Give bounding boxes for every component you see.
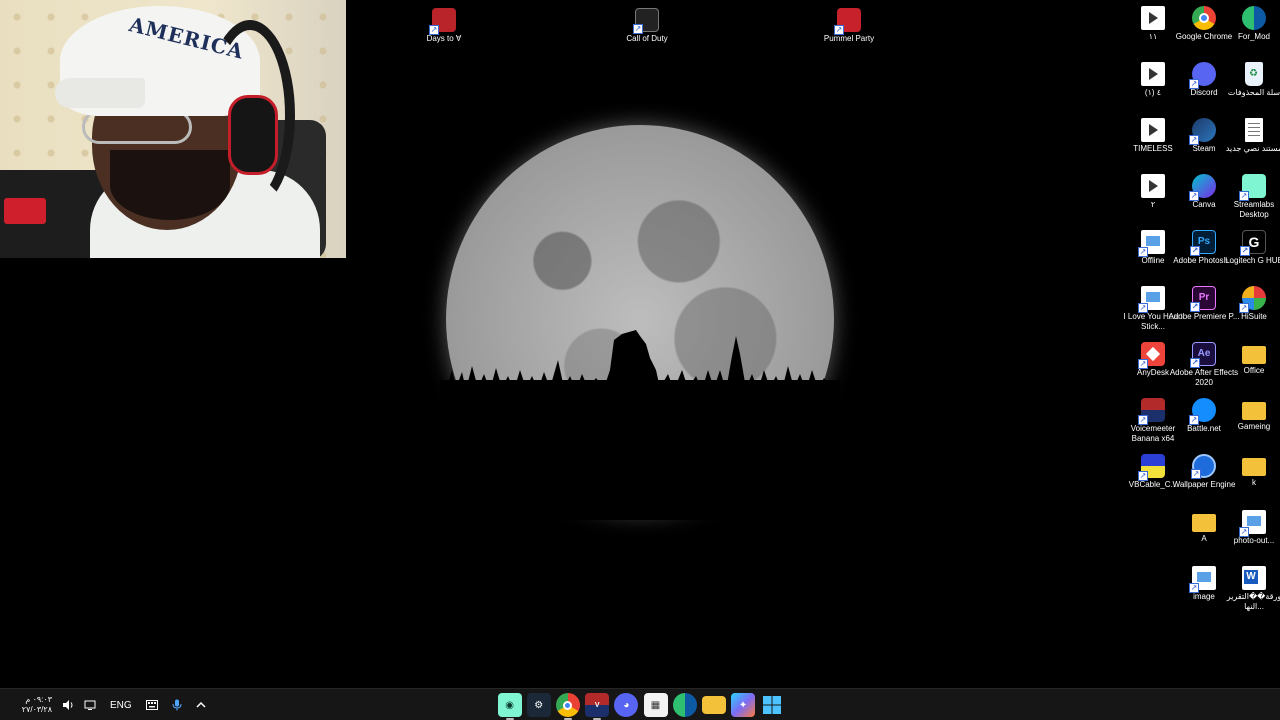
taskbar-apps: ◉ ⚙ V ◕ ▦ ✦ xyxy=(495,689,787,720)
desktop-icon-label: HiSuite xyxy=(1241,312,1267,321)
desktop-icon-folder-k[interactable]: k xyxy=(1218,454,1280,488)
text-document-icon xyxy=(1245,118,1263,142)
image-file-icon: ↗ xyxy=(1138,230,1165,257)
chrome-taskbar-icon[interactable] xyxy=(555,693,580,720)
hisuite-icon: ↗ xyxy=(1239,286,1266,313)
voicemeeter-icon: ↗ xyxy=(1138,398,1165,425)
desktop-icon-call-of-duty[interactable]: ↗ Call of Duty xyxy=(611,8,683,44)
windows-start-icon[interactable] xyxy=(760,693,784,717)
call-of-duty-icon: ↗ xyxy=(633,8,659,34)
video-file-icon xyxy=(1141,118,1165,142)
steam-icon: ↗ xyxy=(1189,118,1216,145)
streamlabs-icon: ↗ xyxy=(1239,174,1266,201)
microphone-icon[interactable] xyxy=(172,699,182,711)
copilot-taskbar-icon[interactable]: ✦ xyxy=(731,693,756,717)
image-file-icon: ↗ xyxy=(1189,566,1216,593)
cap-brim xyxy=(55,78,145,108)
desktop-icon-label: Office xyxy=(1243,366,1265,375)
keyboard-icon[interactable] xyxy=(145,700,158,710)
battle-net-icon: ↗ xyxy=(1189,398,1216,425)
video-file-icon xyxy=(1141,62,1165,86)
desktop-icon-for-mod[interactable]: For_Mod xyxy=(1218,6,1280,42)
folder-icon xyxy=(1242,346,1266,364)
anydesk-icon: ↗ xyxy=(1138,342,1165,369)
desktop-icon-label: Streamlabs Desktop xyxy=(1233,200,1275,219)
webcam-overlay: AMERICA xyxy=(0,0,346,258)
desktop-icon-label: k xyxy=(1252,478,1256,487)
desktop-icon-label: ورقة��التقرير النها... xyxy=(1226,592,1280,611)
video-file-icon xyxy=(1141,174,1165,198)
vbcable-icon: ↗ xyxy=(1138,454,1165,481)
audio-mixer xyxy=(4,198,46,224)
clock-date: ٢٧/٠٣/٢٨ xyxy=(21,705,52,714)
premiere-icon: Pr ↗ xyxy=(1190,286,1216,312)
desktop-icon-recycle-bin[interactable]: ♻ سلة المحذوفات xyxy=(1218,62,1280,98)
edge-taskbar-icon[interactable] xyxy=(672,693,697,717)
desktop-icon-folder-gameing[interactable]: Gameing xyxy=(1218,398,1280,432)
system-tray: ٠٩:٠٣ م ٢٧/٠٣/٢٨ ENG xyxy=(0,689,206,720)
video-file-icon xyxy=(1141,6,1165,30)
folder-icon xyxy=(1242,458,1266,476)
desktop-icon-label: Gameing xyxy=(1237,422,1271,431)
taskbar: ٠٩:٠٣ م ٢٧/٠٣/٢٨ ENG ◉ ⚙ V ◕ ▦ ✦ xyxy=(0,688,1280,720)
file-explorer-taskbar-icon[interactable] xyxy=(701,696,726,714)
headset-earcup xyxy=(228,95,278,175)
photoshop-icon: Ps ↗ xyxy=(1190,230,1216,256)
discord-taskbar-icon[interactable]: ◕ xyxy=(614,693,639,717)
desktop-icon-pummel-party[interactable]: ↗ Pummel Party xyxy=(813,8,885,44)
desktop-icon-label: Call of Duty xyxy=(626,34,668,43)
image-file-icon: ↗ xyxy=(1239,510,1266,537)
store-taskbar-icon[interactable]: ▦ xyxy=(643,693,668,717)
recycle-bin-icon: ♻ xyxy=(1245,62,1263,86)
word-document-icon: W xyxy=(1242,566,1266,590)
desktop-icon-word-report[interactable]: W ورقة��التقرير النها... xyxy=(1218,566,1280,612)
desktop-icon-photo-out[interactable]: ↗ photo-out... xyxy=(1218,510,1280,546)
desktop-icon-hisuite[interactable]: ↗ HiSuite xyxy=(1218,286,1280,322)
desktop-icon-new-text-doc[interactable]: مستند نصي جديد xyxy=(1218,118,1280,154)
days-to-die-icon: ↗ xyxy=(429,8,456,35)
chrome-icon xyxy=(1192,6,1216,30)
taskbar-clock[interactable]: ٠٩:٠٣ م ٢٧/٠٣/٢٨ xyxy=(0,695,52,715)
after-effects-icon: Ae ↗ xyxy=(1190,342,1216,368)
discord-icon: ↗ xyxy=(1189,62,1216,89)
voicemeeter-taskbar-icon[interactable]: V xyxy=(585,693,610,720)
streamlabs-taskbar-icon[interactable]: ◉ xyxy=(497,693,522,720)
desktop-icon-label: سلة المحذوفات xyxy=(1227,88,1280,97)
clock-time: ٠٩:٠٣ م xyxy=(25,695,52,704)
desktop-icon-label: For_Mod xyxy=(1237,32,1270,41)
pummel-party-icon: ↗ xyxy=(834,8,861,35)
network-icon[interactable] xyxy=(84,699,96,711)
wallpaper-engine-icon: ↗ xyxy=(1191,454,1216,479)
chevron-up-icon[interactable] xyxy=(196,701,206,709)
edge-icon xyxy=(1242,6,1266,30)
steam-taskbar-icon[interactable]: ⚙ xyxy=(526,693,551,717)
desktop-icon-streamlabs[interactable]: ↗ Streamlabs Desktop xyxy=(1218,174,1280,220)
desktop-icon-label: Pummel Party xyxy=(823,34,875,43)
desktop-icon-folder-office[interactable]: Office xyxy=(1218,342,1280,376)
logitech-ghub-icon: G ↗ xyxy=(1240,230,1266,256)
language-indicator[interactable]: ENG xyxy=(110,700,132,711)
desktop-icon-days-to-die[interactable]: ↗ Days to ∀ xyxy=(408,8,480,44)
desktop-icon-label: photo-out... xyxy=(1233,536,1275,545)
desktop-icon-label: Logitech G HUB xyxy=(1225,256,1280,265)
desktop-icon-logitech[interactable]: G ↗ Logitech G HUB xyxy=(1218,230,1280,266)
image-file-icon: ↗ xyxy=(1138,286,1165,313)
volume-icon[interactable] xyxy=(62,699,74,711)
desktop-icon-label: مستند نصي جديد xyxy=(1225,144,1280,153)
treeline-silhouette xyxy=(446,330,834,412)
folder-icon xyxy=(1242,402,1266,420)
canva-icon: ↗ xyxy=(1189,174,1216,201)
folder-icon xyxy=(1192,514,1216,532)
desktop-icon-label: Days to ∀ xyxy=(426,34,462,43)
